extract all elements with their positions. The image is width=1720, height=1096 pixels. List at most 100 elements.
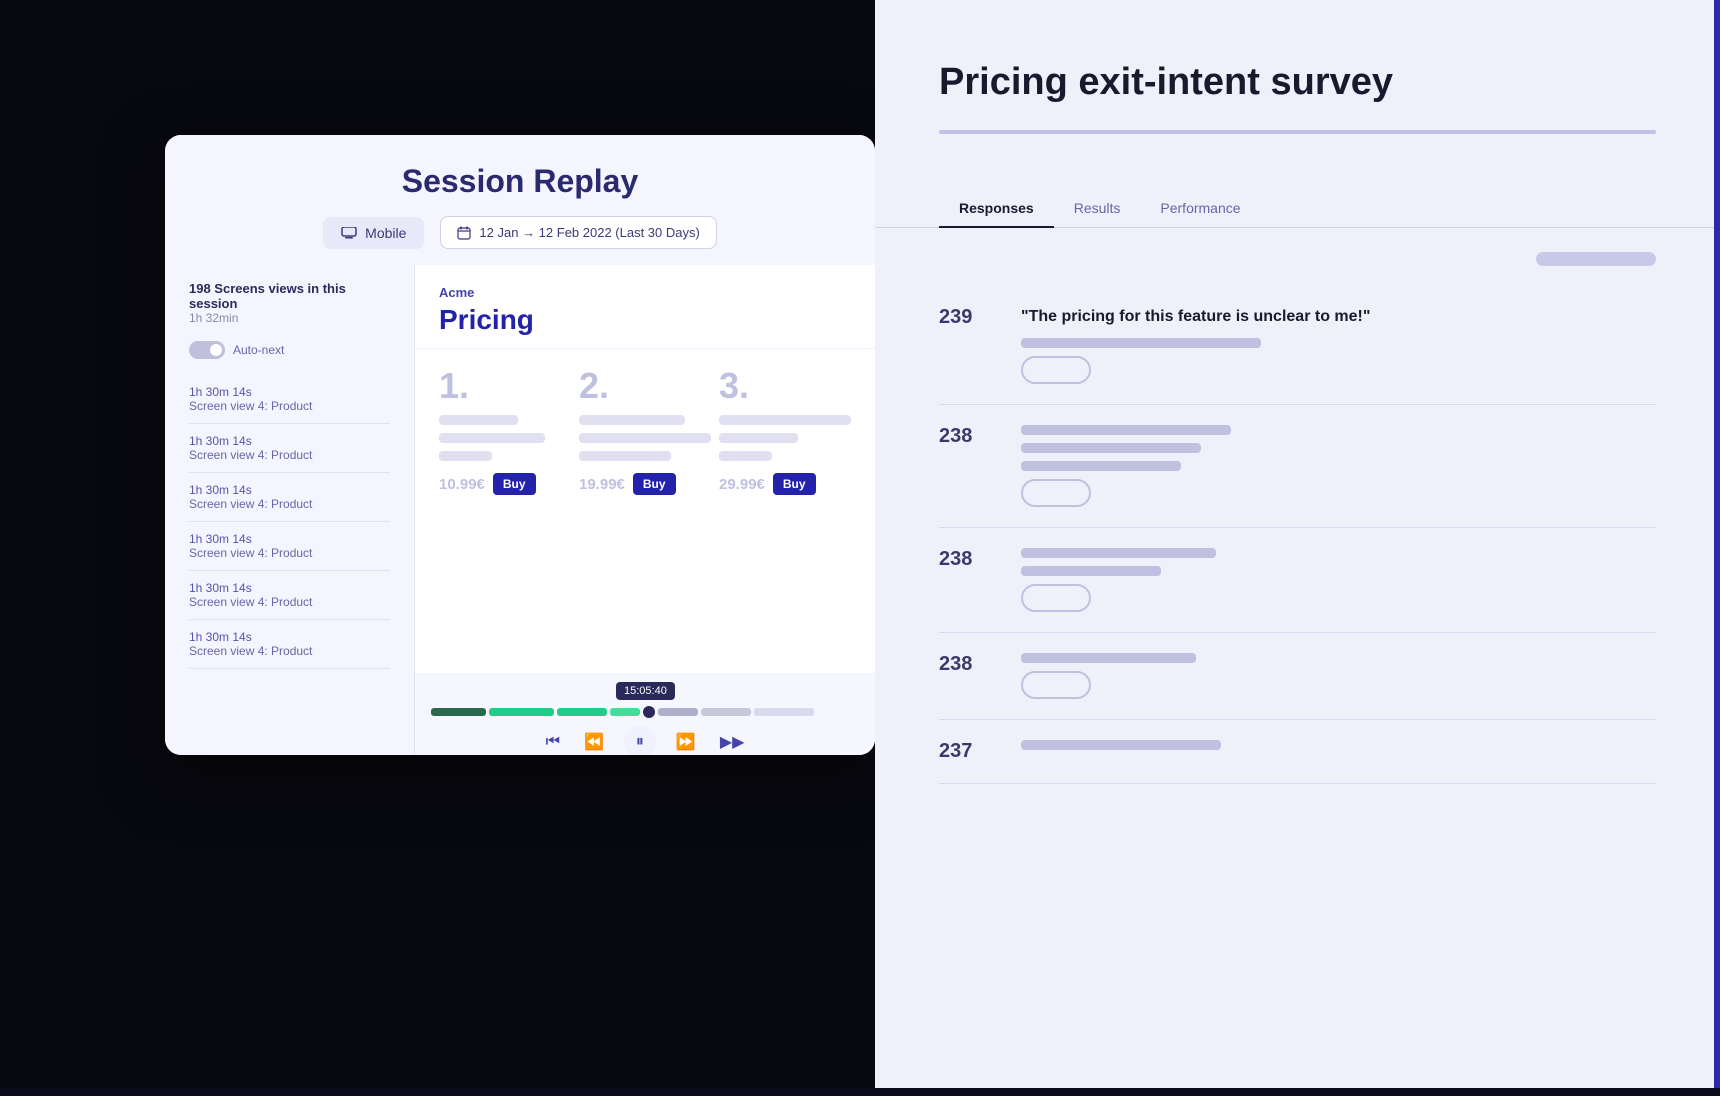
pricing-title: Pricing xyxy=(439,304,851,336)
session-item-label: Screen view 4: Product xyxy=(189,448,390,462)
tab-results[interactable]: Results xyxy=(1054,190,1141,228)
response-number: 239 xyxy=(939,306,989,384)
right-panel: Pricing exit-intent survey Responses Res… xyxy=(875,0,1720,1088)
response-oval xyxy=(1021,356,1091,384)
replay-screen: Acme Pricing 1. 10.99€ Buy 2. xyxy=(415,265,875,755)
response-oval xyxy=(1021,584,1091,612)
response-bar xyxy=(1021,461,1181,471)
session-item[interactable]: 1h 30m 14s Screen view 4: Product xyxy=(189,522,390,571)
tab-responses[interactable]: Responses xyxy=(939,190,1054,228)
session-item-label: Screen view 4: Product xyxy=(189,546,390,560)
response-content xyxy=(1021,653,1656,699)
sort-bar xyxy=(939,252,1656,266)
response-content xyxy=(1021,425,1656,507)
skip-to-start-button[interactable]: ⏮ xyxy=(542,729,564,755)
session-item-label: Screen view 4: Product xyxy=(189,595,390,609)
plan-2-bar2 xyxy=(579,433,711,443)
session-item[interactable]: 1h 30m 14s Screen view 4: Product xyxy=(189,473,390,522)
session-replay-window: Session Replay Mobile 12 Jan → 12 Feb 20… xyxy=(165,135,875,755)
more-button[interactable]: ▶▶ xyxy=(716,728,749,755)
session-item-label: Screen view 4: Product xyxy=(189,497,390,511)
plan-3-price-row: 29.99€ Buy xyxy=(719,473,851,495)
right-accent-bar xyxy=(1714,0,1720,1088)
progress-seg-1 xyxy=(431,708,486,716)
plan-2-buy-button[interactable]: Buy xyxy=(633,473,676,495)
progress-seg-5 xyxy=(658,708,698,716)
plan-2: 2. 19.99€ Buy xyxy=(579,365,711,495)
response-number: 238 xyxy=(939,548,989,612)
plan-1-bar1 xyxy=(439,415,518,425)
calendar-icon xyxy=(457,226,471,240)
plan-1-buy-button[interactable]: Buy xyxy=(493,473,536,495)
response-bar xyxy=(1021,653,1196,663)
session-item-time: 1h 30m 14s xyxy=(189,581,390,595)
play-pause-button[interactable]: ⏸ xyxy=(624,726,656,755)
session-item-time: 1h 30m 14s xyxy=(189,630,390,644)
date-range-badge: 12 Jan → 12 Feb 2022 (Last 30 Days) xyxy=(440,216,716,249)
screens-info: 198 Screens views in this session xyxy=(189,281,390,311)
response-item-238a: 238 xyxy=(939,405,1656,528)
tab-performance[interactable]: Performance xyxy=(1140,190,1260,228)
responses-list: 239 "The pricing for this feature is unc… xyxy=(875,228,1720,1096)
progress-seg-2 xyxy=(489,708,554,716)
response-bar xyxy=(1021,443,1201,453)
response-content: "The pricing for this feature is unclear… xyxy=(1021,306,1656,384)
device-toggle[interactable]: Mobile xyxy=(323,217,424,249)
response-item-238c: 238 xyxy=(939,633,1656,720)
progress-seg-6 xyxy=(701,708,751,716)
auto-next-row: Auto-next xyxy=(189,341,390,359)
plan-1-price: 10.99€ xyxy=(439,476,485,493)
progress-indicator xyxy=(939,130,1656,134)
response-item-238b: 238 xyxy=(939,528,1656,633)
plan-3-bar3 xyxy=(719,451,772,461)
session-item-time: 1h 30m 14s xyxy=(189,532,390,546)
pricing-header: Acme Pricing xyxy=(415,265,875,349)
tabs-row: Responses Results Performance xyxy=(875,190,1720,228)
session-duration: 1h 32min xyxy=(189,311,390,325)
response-content xyxy=(1021,740,1656,763)
progress-bar[interactable] xyxy=(431,706,859,718)
plan-1-price-row: 10.99€ Buy xyxy=(439,473,571,495)
progress-cursor xyxy=(643,706,655,718)
plan-2-bar3 xyxy=(579,451,671,461)
response-bar xyxy=(1021,566,1161,576)
session-item[interactable]: 1h 30m 14s Screen view 4: Product xyxy=(189,620,390,669)
session-meta: 198 Screens views in this session 1h 32m… xyxy=(189,281,390,325)
survey-title: Pricing exit-intent survey xyxy=(939,60,1656,106)
plan-1-number: 1. xyxy=(439,365,571,407)
plan-3-buy-button[interactable]: Buy xyxy=(773,473,816,495)
plan-3-bar1 xyxy=(719,415,851,425)
response-bar xyxy=(1021,425,1231,435)
playback-controls: ⏮ ⏪ ⏸ ⏩ ▶▶ xyxy=(431,726,859,755)
right-panel-header: Pricing exit-intent survey xyxy=(875,0,1720,190)
plan-3: 3. 29.99€ Buy xyxy=(719,365,851,495)
rewind-button[interactable]: ⏪ xyxy=(580,728,608,755)
window-content: 198 Screens views in this session 1h 32m… xyxy=(165,265,875,755)
plan-1-bar2 xyxy=(439,433,545,443)
sort-pill[interactable] xyxy=(1536,252,1656,266)
brand-label: Acme xyxy=(439,285,851,300)
session-item[interactable]: 1h 30m 14s Screen view 4: Product xyxy=(189,571,390,620)
plan-2-price-row: 19.99€ Buy xyxy=(579,473,711,495)
session-item[interactable]: 1h 30m 14s Screen view 4: Product xyxy=(189,375,390,424)
plan-2-bar1 xyxy=(579,415,685,425)
response-oval xyxy=(1021,671,1091,699)
video-controls: 15:05:40 ⏮ ⏪ ⏸ ⏩ ▶▶ xyxy=(415,673,875,755)
session-item-label: Screen view 4: Product xyxy=(189,644,390,658)
progress-seg-7 xyxy=(754,708,814,716)
response-content xyxy=(1021,548,1656,612)
auto-next-toggle[interactable] xyxy=(189,341,225,359)
session-item-time: 1h 30m 14s xyxy=(189,483,390,497)
response-oval xyxy=(1021,479,1091,507)
plan-2-price: 19.99€ xyxy=(579,476,625,493)
response-bar xyxy=(1021,338,1261,348)
session-item[interactable]: 1h 30m 14s Screen view 4: Product xyxy=(189,424,390,473)
progress-seg-4 xyxy=(610,708,640,716)
fast-forward-button[interactable]: ⏩ xyxy=(672,728,700,755)
time-label: 15:05:40 xyxy=(616,682,675,700)
response-quote: "The pricing for this feature is unclear… xyxy=(1021,306,1656,328)
session-sidebar: 198 Screens views in this session 1h 32m… xyxy=(165,265,415,755)
session-item-label: Screen view 4: Product xyxy=(189,399,390,413)
plan-1-bar3 xyxy=(439,451,492,461)
response-bar xyxy=(1021,548,1216,558)
